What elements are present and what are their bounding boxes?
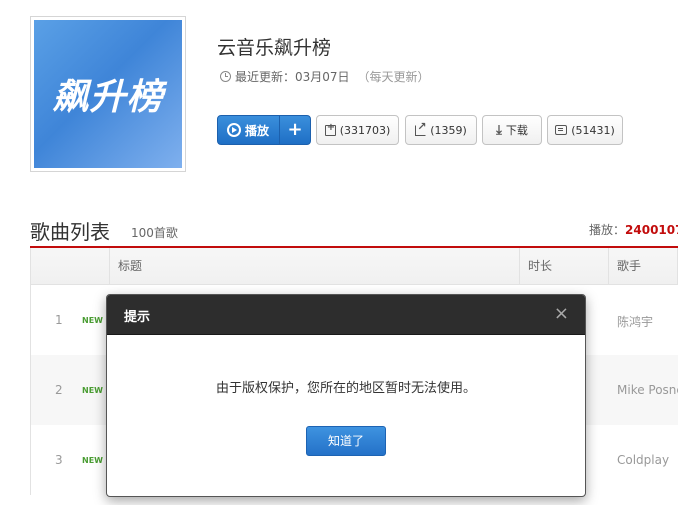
artist-link[interactable]: Coldplay (617, 453, 669, 467)
artist-link[interactable]: Mike Posner (617, 383, 678, 397)
new-badge: NEW (82, 316, 103, 325)
clock-icon (220, 71, 231, 82)
play-label: 播放 (245, 123, 270, 138)
new-badge: NEW (82, 456, 103, 465)
cover-art[interactable]: 飙升榜 (34, 20, 182, 168)
table-header: 标题 时长 歌手 (30, 248, 678, 285)
share-button[interactable]: (1359) (405, 115, 477, 145)
dialog-title: 提示 (124, 310, 151, 325)
play-circle-icon (227, 123, 241, 137)
ok-button[interactable]: 知道了 (306, 426, 386, 456)
play-button-group: 播放 + (217, 115, 311, 145)
update-info: 最近更新：03月07日 （每天更新） (220, 68, 430, 85)
update-label: 最近更新：03月07日 (235, 70, 350, 84)
play-count: 播放：24001072 (589, 221, 678, 238)
add-to-playlist-button[interactable]: + (280, 116, 310, 144)
song-count: 100首歌 (131, 226, 178, 240)
rank: 2 (55, 383, 63, 397)
collect-count: (331703) (339, 123, 391, 137)
play-count-value: 24001072 (625, 223, 678, 237)
close-icon[interactable]: × (554, 303, 569, 325)
new-badge: NEW (82, 386, 103, 395)
artist-link[interactable]: 陈鸿宇 (617, 313, 653, 330)
share-icon (415, 120, 426, 136)
play-button[interactable]: 播放 (218, 116, 280, 144)
download-label: 下载 (505, 124, 528, 137)
cover-frame: 飙升榜 (30, 16, 186, 172)
column-header-artist: 歌手 (608, 248, 678, 284)
rank: 1 (55, 313, 63, 327)
share-count: (1359) (430, 123, 467, 137)
collect-icon (324, 122, 336, 136)
update-note: （每天更新） (357, 70, 430, 84)
column-header-title: 标题 (109, 248, 519, 284)
playlist-title: 云音乐飙升榜 (217, 37, 332, 59)
column-header-index (31, 248, 109, 284)
dialog-message: 由于版权保护，您所在的地区暂时无法使用。 (215, 381, 476, 396)
download-button[interactable]: ⤓ 下载 (482, 115, 542, 145)
download-icon: ⤓ (496, 122, 502, 138)
comment-button[interactable]: (51431) (547, 115, 623, 145)
cover-text: 飙升榜 (52, 77, 164, 118)
song-list-title: 歌曲列表 (30, 220, 110, 244)
collect-button[interactable]: (331703) (316, 115, 399, 145)
dialog-header: 提示 × (107, 295, 585, 335)
rank: 3 (55, 453, 63, 467)
comment-icon (555, 125, 568, 135)
play-count-label: 播放： (589, 223, 626, 237)
column-header-duration: 时长 (519, 248, 608, 284)
comment-count: (51431) (571, 123, 615, 137)
alert-dialog: 提示 × 由于版权保护，您所在的地区暂时无法使用。 知道了 (106, 294, 586, 497)
